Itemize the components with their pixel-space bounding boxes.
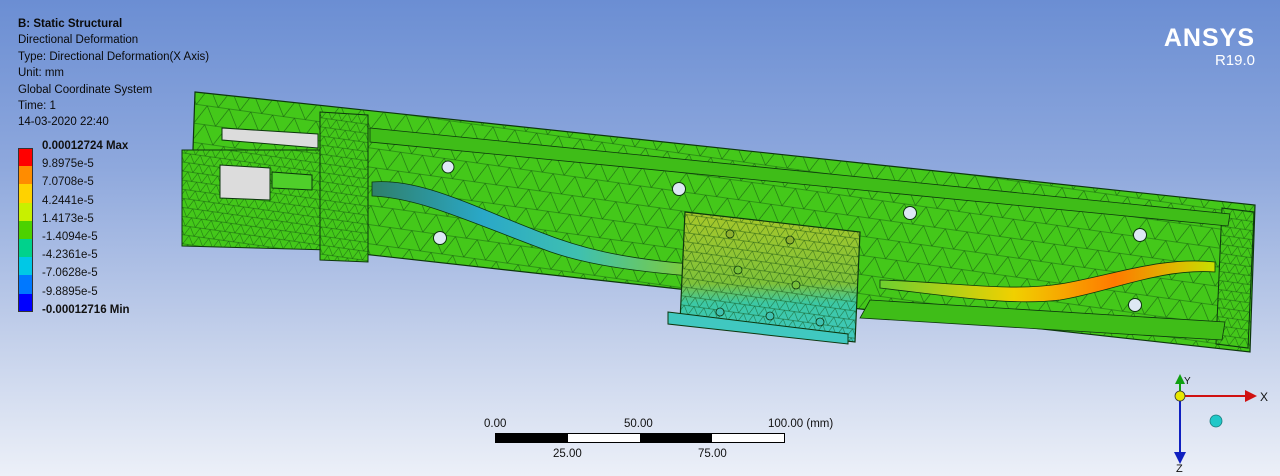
z-axis-label: Z	[1176, 463, 1183, 474]
triad-origin	[1174, 390, 1186, 402]
scale-label-25: 25.00	[553, 448, 582, 460]
scale-label-75: 75.00	[698, 448, 727, 460]
scale-label-100: 100.00 (mm)	[768, 418, 834, 430]
x-axis-arrow	[1245, 390, 1257, 402]
mesh-model[interactable]	[0, 0, 1280, 476]
graphics-viewport[interactable]: B: Static Structural Directional Deforma…	[0, 0, 1280, 476]
isometric-view-ball[interactable]	[1209, 414, 1223, 428]
scale-label-50: 50.00	[624, 418, 653, 430]
scale-label-0: 0.00	[484, 418, 507, 430]
x-axis-label: X	[1260, 390, 1268, 404]
axis-triad[interactable]: X Z Y	[1160, 368, 1270, 474]
scale-bar	[495, 433, 785, 443]
scale-ruler: 0.00 50.00 100.00 (mm) 25.00 75.00	[480, 418, 840, 466]
carriage-block[interactable]	[667, 211, 861, 345]
y-axis-label: Y	[1184, 376, 1191, 387]
